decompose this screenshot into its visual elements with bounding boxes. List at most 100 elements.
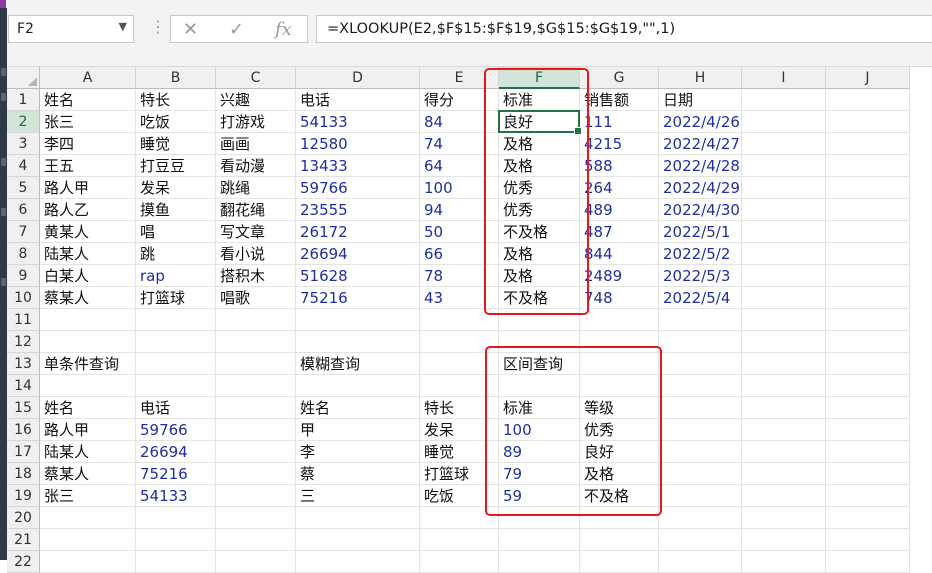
data-cell[interactable]: 2022/5/2 <box>659 243 742 265</box>
formula-input[interactable]: =XLOOKUP(E2,$F$15:$F$19,$G$15:$G$19,"",1… <box>316 15 932 43</box>
grid-cell[interactable] <box>659 507 742 529</box>
grid-cell[interactable] <box>826 419 910 441</box>
column-header-d[interactable]: D <box>296 67 420 89</box>
data-cell[interactable]: 487 <box>580 221 659 243</box>
grid-cell[interactable] <box>742 111 826 133</box>
grid-cell[interactable] <box>742 243 826 265</box>
row-header-20[interactable]: 20 <box>7 507 40 529</box>
grid-cell[interactable] <box>40 507 136 529</box>
data-cell[interactable]: 23555 <box>296 199 420 221</box>
grid-cell[interactable] <box>580 309 659 331</box>
section-title[interactable]: 模糊查询 <box>296 353 420 375</box>
grid-cell[interactable] <box>296 529 420 551</box>
data-cell[interactable]: 4215 <box>580 133 659 155</box>
grid-cell[interactable] <box>216 441 296 463</box>
grid-cell[interactable] <box>826 287 910 309</box>
data-cell[interactable]: 陆某人 <box>40 441 136 463</box>
grid-cell[interactable] <box>742 177 826 199</box>
row-header-5[interactable]: 5 <box>7 177 40 199</box>
column-header-a[interactable]: A <box>40 67 136 89</box>
grid-cell[interactable] <box>826 199 910 221</box>
grid-cell[interactable] <box>136 507 216 529</box>
grid-cell[interactable] <box>659 463 742 485</box>
data-cell[interactable]: 黄某人 <box>40 221 136 243</box>
header-cell[interactable]: 日期 <box>659 89 742 111</box>
data-cell[interactable]: 跳 <box>136 243 216 265</box>
row-header-19[interactable]: 19 <box>7 485 40 507</box>
data-cell[interactable]: 打游戏 <box>216 111 296 133</box>
column-header-j[interactable]: J <box>826 67 910 89</box>
grid-cell[interactable] <box>40 309 136 331</box>
row-header-9[interactable]: 9 <box>7 265 40 287</box>
grid-cell[interactable] <box>499 551 580 573</box>
data-cell[interactable]: 59766 <box>136 419 216 441</box>
grid-cell[interactable] <box>826 265 910 287</box>
data-cell[interactable]: 26694 <box>136 441 216 463</box>
row-header-10[interactable]: 10 <box>7 287 40 309</box>
data-cell[interactable]: 111 <box>580 111 659 133</box>
grid-cell[interactable] <box>296 551 420 573</box>
grid-cell[interactable] <box>216 309 296 331</box>
grid-cell[interactable] <box>659 551 742 573</box>
data-cell[interactable]: 蔡某人 <box>40 287 136 309</box>
grid-cell[interactable] <box>136 331 216 353</box>
grid-cell[interactable] <box>826 375 910 397</box>
grid-cell[interactable] <box>826 309 910 331</box>
grid-cell[interactable] <box>826 111 910 133</box>
grid-cell[interactable] <box>742 463 826 485</box>
data-cell[interactable]: 甲 <box>296 419 420 441</box>
data-cell[interactable]: 2022/5/4 <box>659 287 742 309</box>
grid-cell[interactable] <box>659 419 742 441</box>
grid-cell[interactable] <box>499 529 580 551</box>
row-header-1[interactable]: 1 <box>7 89 40 111</box>
grid-cell[interactable] <box>40 529 136 551</box>
grid-cell[interactable] <box>742 441 826 463</box>
grid-cell[interactable] <box>826 89 910 111</box>
header-cell[interactable]: 特长 <box>136 89 216 111</box>
data-cell[interactable]: 75216 <box>296 287 420 309</box>
grid-cell[interactable] <box>742 375 826 397</box>
grid-cell[interactable] <box>216 529 296 551</box>
data-cell[interactable]: 2022/4/26 <box>659 111 742 133</box>
grid-cell[interactable] <box>742 89 826 111</box>
check-icon[interactable]: ✓ <box>229 19 244 40</box>
grid-cell[interactable] <box>826 485 910 507</box>
data-cell[interactable]: 路人甲 <box>40 419 136 441</box>
data-cell[interactable]: 13433 <box>296 155 420 177</box>
grid-cell[interactable] <box>826 397 910 419</box>
grid-cell[interactable] <box>742 353 826 375</box>
grid-cell[interactable] <box>296 309 420 331</box>
data-cell[interactable]: 2022/5/3 <box>659 265 742 287</box>
row-header-13[interactable]: 13 <box>7 353 40 375</box>
grid-cell[interactable] <box>826 507 910 529</box>
grid-cell[interactable] <box>742 287 826 309</box>
data-cell[interactable]: 写文章 <box>216 221 296 243</box>
grid-cell[interactable] <box>659 441 742 463</box>
data-cell[interactable]: 搭积木 <box>216 265 296 287</box>
grid-cell[interactable] <box>826 441 910 463</box>
grid-cell[interactable] <box>136 309 216 331</box>
data-cell[interactable]: 2022/4/28 <box>659 155 742 177</box>
data-cell[interactable]: 12580 <box>296 133 420 155</box>
grid-cell[interactable] <box>296 331 420 353</box>
data-cell[interactable]: 睡觉 <box>136 133 216 155</box>
grid-cell[interactable] <box>420 529 499 551</box>
header-cell[interactable]: 销售额 <box>580 89 659 111</box>
data-cell[interactable]: 2022/5/1 <box>659 221 742 243</box>
grid-cell[interactable] <box>742 133 826 155</box>
grid-cell[interactable] <box>659 309 742 331</box>
header-cell[interactable]: 姓名 <box>40 89 136 111</box>
data-cell[interactable]: 26172 <box>296 221 420 243</box>
row-header-12[interactable]: 12 <box>7 331 40 353</box>
grid-cell[interactable] <box>40 375 136 397</box>
grid-cell[interactable] <box>659 353 742 375</box>
data-cell[interactable]: 李四 <box>40 133 136 155</box>
data-cell[interactable]: 张三 <box>40 111 136 133</box>
name-box[interactable]: F2 ▼ <box>8 15 134 43</box>
grid-cell[interactable] <box>659 375 742 397</box>
data-cell[interactable]: 路人乙 <box>40 199 136 221</box>
row-header-2[interactable]: 2 <box>7 111 40 133</box>
data-cell[interactable]: 264 <box>580 177 659 199</box>
data-cell[interactable]: 唱歌 <box>216 287 296 309</box>
chevron-down-icon[interactable]: ▼ <box>119 20 127 33</box>
